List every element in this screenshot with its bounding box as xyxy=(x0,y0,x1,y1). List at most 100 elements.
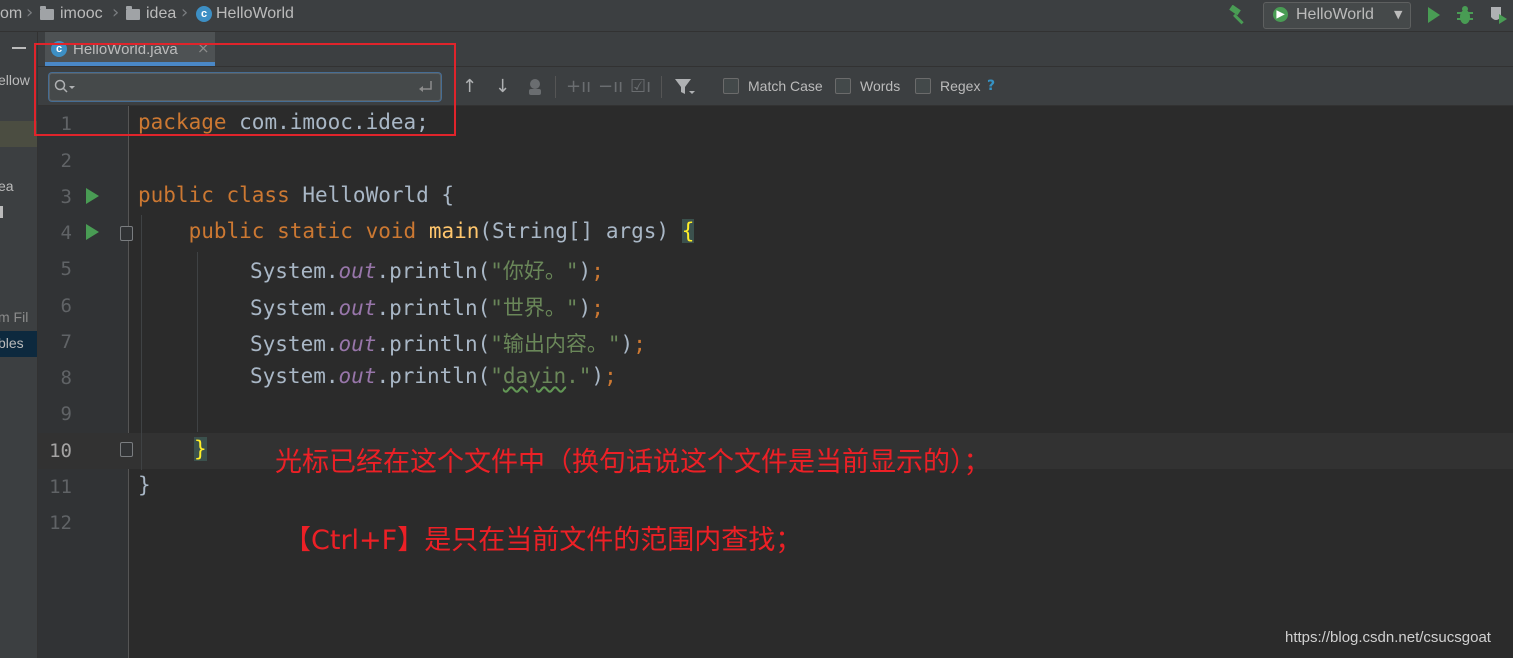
words-label[interactable]: Words xyxy=(860,78,900,94)
words-checkbox[interactable] xyxy=(835,78,851,94)
minimize-icon[interactable] xyxy=(12,47,26,49)
fold-marker-icon[interactable] xyxy=(120,442,133,457)
code-line-5[interactable]: System.out.println("你好。"); xyxy=(250,255,604,285)
line-number: 2 xyxy=(60,150,72,172)
breadcrumb-item-helloworld[interactable]: HelloWorld xyxy=(216,5,294,23)
code-token: ) xyxy=(591,364,605,388)
breadcrumb-item-imooc[interactable]: imooc xyxy=(60,5,103,23)
field-token: out xyxy=(338,296,377,320)
semicolon-token: ; xyxy=(604,364,617,388)
code-token: .println( xyxy=(376,296,491,320)
semicolon-token: ; xyxy=(591,259,604,283)
chevron-right-icon: › xyxy=(26,2,34,23)
chevron-right-icon: › xyxy=(112,2,120,23)
line-number: 6 xyxy=(60,295,72,317)
previous-occurrence-icon[interactable]: ↑ xyxy=(462,76,477,97)
project-tree-item-fragment xyxy=(0,206,3,218)
field-token: out xyxy=(338,364,377,388)
regex-label[interactable]: Regex xyxy=(940,78,980,94)
project-tree-item-selected[interactable]: bles xyxy=(0,331,37,357)
code-line-11[interactable]: } xyxy=(138,473,151,497)
filter-icon[interactable] xyxy=(674,77,696,97)
application-config-icon: ▶ xyxy=(1273,7,1288,22)
match-case-checkbox[interactable] xyxy=(723,78,739,94)
string-token: "输出内容。" xyxy=(490,332,621,356)
code-token: System. xyxy=(250,296,339,320)
fold-marker-icon[interactable] xyxy=(120,226,133,241)
find-all-occurrences-icon[interactable] xyxy=(525,77,545,97)
project-tree-item[interactable]: ellow xyxy=(0,72,30,88)
typo-string-token: dayin xyxy=(502,364,567,388)
breadcrumb-item-idea[interactable]: idea xyxy=(146,5,176,23)
line-number: 11 xyxy=(49,476,72,498)
code-token: System. xyxy=(250,332,339,356)
matched-brace: } xyxy=(194,437,207,461)
folder-icon xyxy=(40,6,54,20)
code-line-3[interactable]: public class HelloWorld { xyxy=(138,183,454,207)
toolbar-separator xyxy=(555,76,556,98)
project-tree-item-highlight[interactable] xyxy=(0,121,37,147)
project-tree-item-label: bles xyxy=(0,335,24,351)
semicolon-token: ; xyxy=(633,332,646,356)
code-line-10[interactable]: } xyxy=(194,437,207,461)
string-token: "你好。" xyxy=(490,259,579,283)
debug-icon[interactable] xyxy=(1456,5,1474,25)
indent-guide xyxy=(141,215,142,470)
matched-brace: { xyxy=(681,219,695,243)
code-line-6[interactable]: System.out.println("世界。"); xyxy=(250,292,604,322)
code-token: System. xyxy=(250,364,339,388)
run-configuration-label: HelloWorld xyxy=(1296,6,1374,23)
code-line-7[interactable]: System.out.println("输出内容。"); xyxy=(250,328,646,358)
code-token: .println( xyxy=(376,332,491,356)
folder-icon xyxy=(126,6,140,20)
project-tree-item[interactable]: m Fil xyxy=(0,309,28,325)
remove-occurrence-icon[interactable]: −ıı xyxy=(598,76,623,97)
code-token: ) xyxy=(578,259,592,283)
keyword-token: public static void xyxy=(188,219,417,243)
watermark: https://blog.csdn.net/csucsgoat xyxy=(1285,629,1491,646)
line-number: 4 xyxy=(60,222,72,244)
select-all-occurrences-icon[interactable]: ☑ı xyxy=(630,76,651,97)
code-line-4[interactable]: public static void main(String[] args) { xyxy=(138,219,695,243)
run-icon[interactable] xyxy=(1427,7,1441,23)
regex-checkbox[interactable] xyxy=(915,78,931,94)
string-token: ." xyxy=(566,364,592,388)
code-token: HelloWorld { xyxy=(289,183,455,207)
line-number: 7 xyxy=(60,331,72,353)
run-class-gutter-icon[interactable] xyxy=(86,188,99,204)
run-with-coverage-icon[interactable] xyxy=(1488,5,1508,25)
field-token: out xyxy=(338,332,377,356)
line-number: 8 xyxy=(60,367,72,389)
regex-help-icon[interactable]: ? xyxy=(987,78,995,94)
line-number: 12 xyxy=(49,512,72,534)
code-token: System. xyxy=(250,259,339,283)
code-token: (String[] args) xyxy=(479,219,682,243)
chevron-right-icon: › xyxy=(181,2,189,23)
code-token: ) xyxy=(578,296,592,320)
project-tree-item[interactable]: ea xyxy=(0,178,14,194)
code-token: ) xyxy=(620,332,634,356)
build-hammer-icon[interactable] xyxy=(1228,5,1250,25)
annotation-text: 光标已经在这个文件中（换句话说这个文件是当前显示的）； xyxy=(275,447,991,478)
run-configuration-select[interactable]: ▶ HelloWorld ▼ xyxy=(1263,2,1411,29)
code-line-8[interactable]: System.out.println("dayin."); xyxy=(250,364,617,388)
java-class-icon: c xyxy=(196,6,212,22)
breadcrumb-item-root[interactable]: om xyxy=(0,5,22,23)
method-name-token: main xyxy=(428,219,480,243)
field-token: out xyxy=(338,259,377,283)
add-occurrence-icon[interactable]: +ıı xyxy=(566,76,591,97)
keyword-token: public class xyxy=(138,183,290,207)
match-case-label[interactable]: Match Case xyxy=(748,78,823,94)
run-main-gutter-icon[interactable] xyxy=(86,224,99,240)
semicolon-token: ; xyxy=(591,296,604,320)
next-occurrence-icon[interactable]: ↓ xyxy=(495,76,510,97)
line-number: 3 xyxy=(60,186,72,208)
line-number: 9 xyxy=(60,403,72,425)
string-token: " xyxy=(490,364,503,388)
chevron-down-icon: ▼ xyxy=(1394,8,1403,21)
annotation-highlight-box xyxy=(34,43,456,136)
line-number-current: 10 xyxy=(49,440,72,462)
indent-guide xyxy=(197,252,198,432)
